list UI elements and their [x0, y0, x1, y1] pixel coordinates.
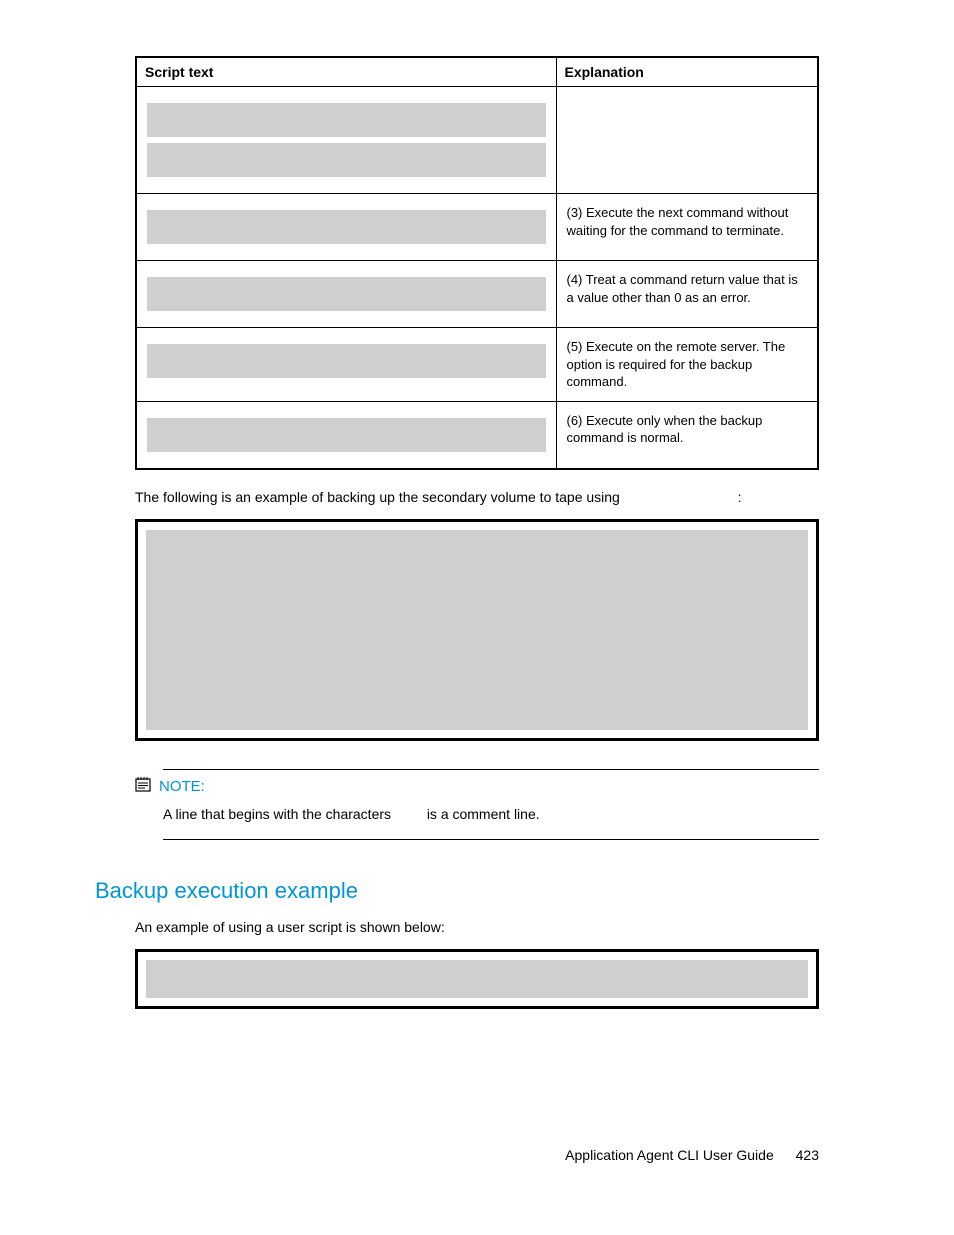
document-page: Script text Explanation (3) Execute the …: [0, 0, 954, 1009]
script-code-block: [147, 277, 546, 311]
script-code-block: [147, 143, 546, 177]
footer-title: Application Agent CLI User Guide: [565, 1147, 774, 1163]
paragraph-text: The following is an example of backing u…: [135, 489, 620, 505]
script-explanation-table: Script text Explanation (3) Execute the …: [135, 56, 819, 470]
note-label: NOTE:: [159, 778, 205, 795]
paragraph-colon: :: [738, 489, 742, 505]
paragraph-tape-backup: The following is an example of backing u…: [135, 488, 819, 508]
table-cell-explanation: (6) Execute only when the backup command…: [556, 401, 818, 469]
code-example-box: [135, 519, 819, 741]
note-body: A line that begins with the characters i…: [163, 805, 819, 825]
table-cell-explanation: (5) Execute on the remote server. The op…: [556, 328, 818, 402]
table-row: (3) Execute the next command without wai…: [136, 194, 818, 261]
note-body-text: A line that begins with the characters: [163, 806, 391, 822]
table-row: (6) Execute only when the backup command…: [136, 401, 818, 469]
code-block: [146, 960, 808, 998]
section-heading-backup-execution-example: Backup execution example: [95, 878, 819, 904]
table-row: (4) Treat a command return value that is…: [136, 261, 818, 328]
code-example-box: [135, 949, 819, 1009]
table-header-explanation: Explanation: [556, 57, 818, 87]
script-code-block: [147, 418, 546, 452]
page-footer: Application Agent CLI User Guide 423: [565, 1147, 819, 1163]
table-cell-explanation: (3) Execute the next command without wai…: [556, 194, 818, 261]
table-header-script: Script text: [136, 57, 556, 87]
table-row: (5) Execute on the remote server. The op…: [136, 328, 818, 402]
footer-page-number: 423: [796, 1147, 819, 1163]
script-code-block: [147, 344, 546, 378]
note-body-text: is a comment line.: [427, 806, 540, 822]
note-block: NOTE: A line that begins with the charac…: [163, 769, 819, 840]
code-block: [146, 530, 808, 730]
script-code-block: [147, 210, 546, 244]
table-cell-explanation: [556, 87, 818, 194]
table-row: [136, 87, 818, 194]
table-cell-explanation: (4) Treat a command return value that is…: [556, 261, 818, 328]
section-intro-paragraph: An example of using a user script is sho…: [135, 918, 819, 938]
note-icon: [135, 776, 153, 797]
script-code-block: [147, 103, 546, 137]
